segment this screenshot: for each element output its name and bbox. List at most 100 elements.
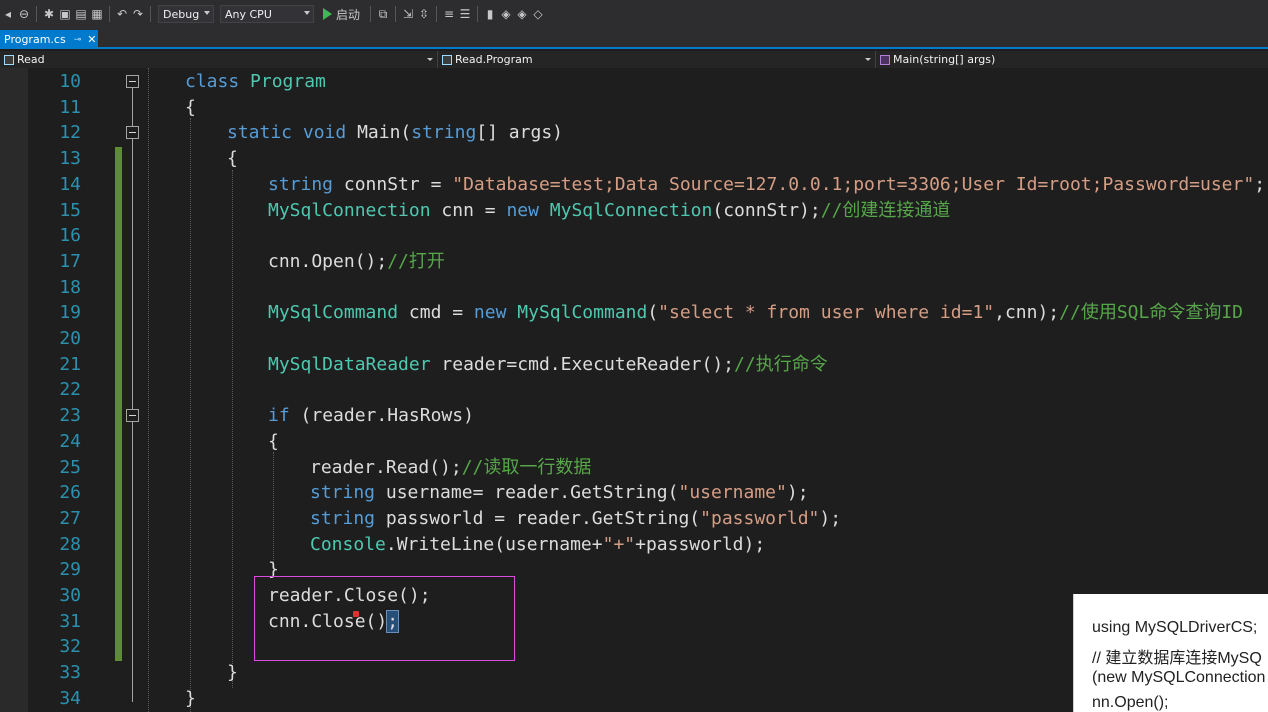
line-number: 10 [59, 71, 81, 92]
save-icon[interactable]: ▤ [73, 3, 89, 25]
toolbar-separator [370, 6, 372, 22]
member-name: Main(string[] args) [893, 53, 996, 66]
project-dropdown[interactable]: Read [0, 51, 438, 68]
line-number: 19 [59, 302, 81, 324]
line-number: 31 [59, 610, 81, 632]
line-number: 28 [59, 533, 81, 555]
snippet-line: nn.Open(); [1092, 694, 1169, 711]
start-button[interactable]: 启动 [317, 3, 366, 25]
collapse-icon[interactable] [126, 75, 139, 88]
document-tab-strip: Program.cs ⊸ ✕ [0, 28, 1268, 49]
highlight-annotation-box [254, 576, 515, 661]
code-line-24: { [268, 430, 279, 452]
toolbar-separator [395, 6, 397, 22]
code-line-27: string passworld = reader.GetString("pas… [310, 507, 842, 529]
next-bookmark-icon[interactable]: ◈ [514, 3, 530, 25]
navigation-bar: Read Read.Program Main(string[] args) [0, 51, 1268, 68]
toolbar-separator [436, 6, 438, 22]
fold-line [132, 139, 133, 409]
csharp-project-icon [4, 54, 14, 65]
line-number: 29 [59, 559, 81, 581]
code-line-17: cnn.Open();//打开 [268, 250, 445, 272]
line-number: 23 [59, 405, 81, 427]
line-number: 18 [59, 276, 81, 298]
mouse-cursor-icon [353, 611, 359, 617]
chevron-down-icon [204, 11, 210, 15]
line-number: 24 [59, 430, 81, 452]
redo-icon[interactable]: ↷ [130, 3, 146, 25]
start-label: 启动 [336, 7, 361, 22]
save-all-icon[interactable]: ▦ [89, 3, 105, 25]
platform-select[interactable]: Any CPU [220, 5, 314, 23]
clear-bookmarks-icon[interactable]: ◇ [530, 3, 546, 25]
code-line-14: string connStr = "Database=test;Data Sou… [268, 173, 1266, 195]
line-number: 27 [59, 507, 81, 529]
member-dropdown[interactable]: Main(string[] args) [876, 51, 1268, 68]
uncomment-icon[interactable]: ☰ [457, 3, 473, 25]
type-dropdown[interactable]: Read.Program [438, 51, 876, 68]
code-line-23: if (reader.HasRows) [268, 405, 474, 427]
undo-icon[interactable]: ↶ [114, 3, 130, 25]
toolbar-separator [36, 6, 37, 22]
back-icon[interactable]: ◂ [0, 3, 16, 25]
forward-icon[interactable]: ⊖ [16, 3, 32, 25]
pin-icon[interactable]: ⊸ [74, 35, 82, 45]
snippet-line: (new MySQLConnection [1092, 669, 1266, 686]
comment-icon[interactable]: ≡ [441, 3, 457, 25]
line-number: 20 [59, 328, 81, 349]
tab-program-cs[interactable]: Program.cs ⊸ ✕ [0, 30, 98, 49]
line-number: 22 [59, 379, 81, 401]
configuration-value: Debug [163, 7, 200, 21]
line-number: 13 [59, 148, 81, 170]
code-line-15: MySqlConnection cnn = new MySqlConnectio… [268, 199, 951, 221]
line-number: 11 [59, 96, 81, 118]
fold-line [132, 88, 133, 126]
snippet-line: // 建立数据库连接MySQ [1092, 650, 1262, 667]
prev-bookmark-icon[interactable]: ◈ [498, 3, 514, 25]
snippet-line: using MySQLDriverCS; [1092, 619, 1258, 636]
line-number: 15 [59, 199, 81, 221]
code-line-13: { [227, 148, 238, 170]
fold-line [132, 422, 133, 702]
line-number: 17 [59, 250, 81, 272]
step-icon[interactable]: ⇲ [400, 3, 416, 25]
code-line-26: string username= reader.GetString("usern… [310, 482, 809, 504]
line-number: 16 [59, 225, 81, 247]
line-number: 32 [59, 636, 81, 658]
open-file-icon[interactable]: ▣ [57, 3, 73, 25]
project-name: Read [17, 53, 45, 66]
line-number: 21 [59, 353, 81, 375]
browser-link-icon[interactable]: ⧉ [375, 3, 391, 25]
new-project-icon[interactable]: ✱ [41, 3, 57, 25]
code-line-25: reader.Read();//读取一行数据 [310, 456, 592, 478]
indent-guide [273, 452, 274, 566]
overlay-snippet-panel: using MySQLDriverCS; // 建立数据库连接MySQ (new… [1073, 594, 1268, 712]
toolbar-separator [477, 6, 479, 22]
collapse-icon[interactable] [126, 126, 139, 139]
type-name: Read.Program [455, 53, 533, 66]
step-into-icon[interactable]: ⇳ [416, 3, 432, 25]
close-icon[interactable]: ✕ [87, 33, 96, 46]
code-line-19: MySqlCommand cmd = new MySqlCommand("sel… [268, 302, 1244, 324]
method-icon [880, 54, 890, 65]
toolbar-separator [109, 6, 110, 22]
main-toolbar: ◂ ⊖ ✱ ▣ ▤ ▦ ↶ ↷ Debug Any CPU 启动 ⧉ ⇲ ⇳ ≡… [0, 0, 1268, 28]
play-icon [323, 8, 332, 20]
configuration-select[interactable]: Debug [158, 5, 214, 23]
line-number: 12 [59, 122, 81, 144]
code-line-12: static void Main(string[] args) [227, 122, 563, 144]
code-line-11: { [185, 96, 196, 118]
collapse-icon[interactable] [126, 409, 139, 422]
tab-filename: Program.cs [4, 33, 66, 46]
overlay-panel-header [1073, 551, 1268, 594]
indicator-margin [0, 68, 28, 712]
chevron-down-icon [865, 58, 871, 61]
code-line-21: MySqlDataReader reader=cmd.ExecuteReader… [268, 353, 828, 375]
chevron-down-icon [304, 11, 310, 15]
line-number: 34 [59, 687, 81, 709]
bookmark-icon[interactable]: ▮ [482, 3, 498, 25]
line-number: 25 [59, 456, 81, 478]
indent-guide [232, 170, 233, 688]
platform-value: Any CPU [225, 7, 272, 21]
change-tracking-bar [115, 147, 122, 661]
